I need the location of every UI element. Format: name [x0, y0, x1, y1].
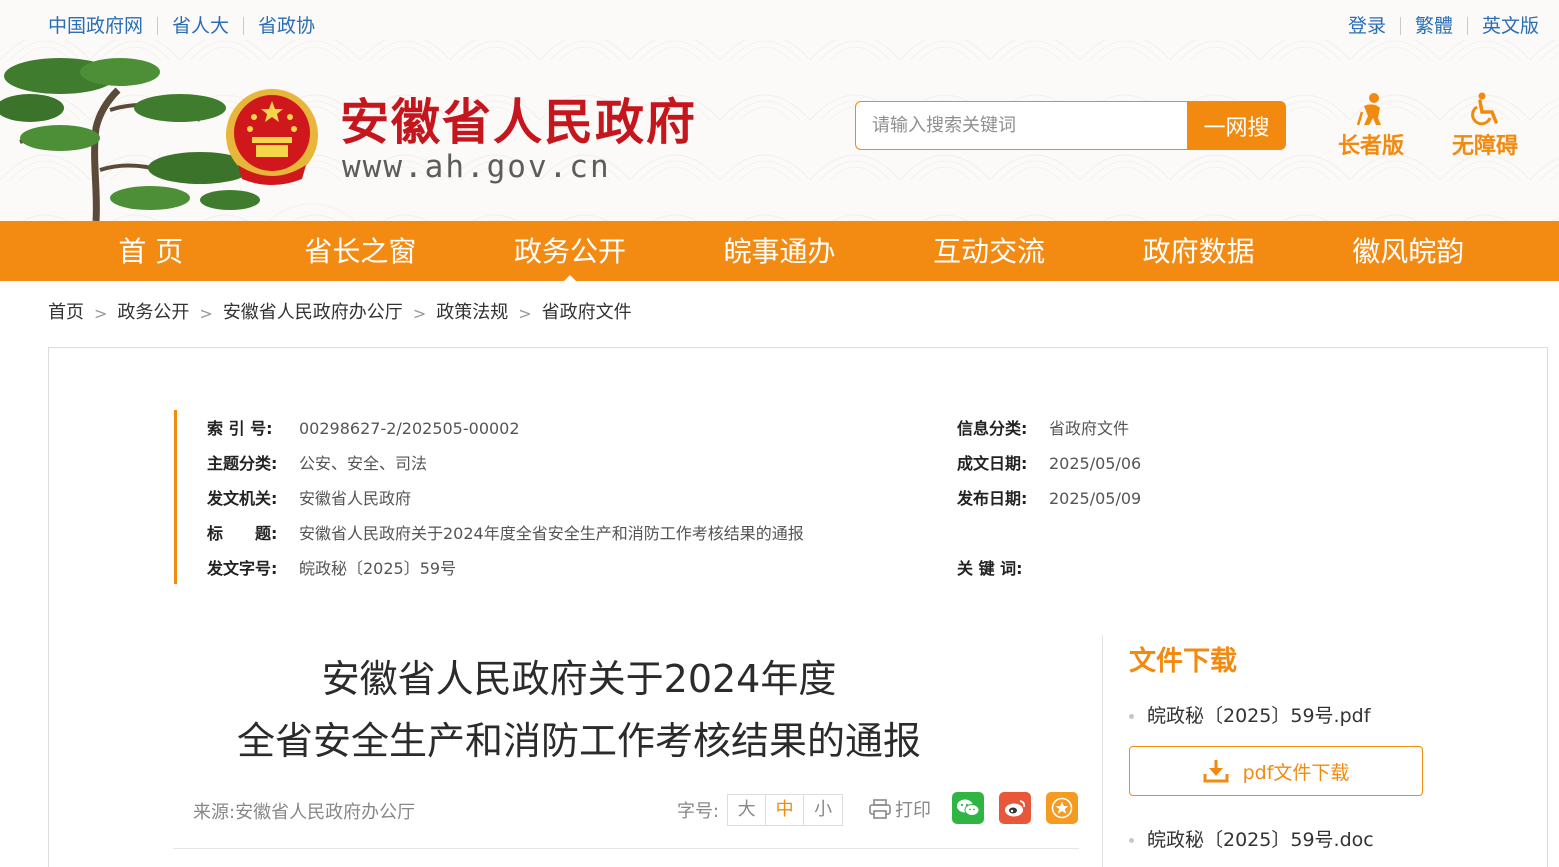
font-size-medium-button[interactable]: 中 [766, 795, 805, 825]
nav-home[interactable]: 首 页 [46, 221, 256, 281]
print-label: 打印 [895, 800, 931, 821]
meta-written-date: 成文日期: 2025/05/06 [957, 454, 1142, 473]
search-input[interactable] [855, 101, 1187, 150]
nav-government-data[interactable]: 政府数据 [1094, 221, 1304, 281]
nav-government-affairs[interactable]: 政务公开 [465, 221, 675, 281]
divider [1399, 17, 1401, 35]
download-heading: 文件下载 [1129, 646, 1237, 677]
chevron-right-icon: > [199, 303, 213, 323]
traditional-chinese-link[interactable]: 繁體 [1415, 13, 1453, 39]
source-value: 安徽省人民政府办公厅 [235, 802, 416, 823]
wechat-icon [957, 799, 980, 816]
elder-mode-button[interactable]: 长者版 [1326, 92, 1416, 160]
share-weibo-button[interactable] [999, 792, 1031, 824]
breadcrumb-general-office[interactable]: 安徽省人民政府办公厅 [223, 300, 403, 326]
nav-culture[interactable]: 徽风皖韵 [1303, 221, 1513, 281]
breadcrumb-home[interactable]: 首页 [48, 300, 84, 326]
share-wechat-button[interactable] [952, 792, 984, 824]
meta-keywords: 关 键 词: [957, 559, 1023, 578]
font-size-control: 字号: 大 中 小 [677, 794, 844, 826]
divider [157, 17, 159, 35]
printer-icon [869, 799, 891, 819]
favorite-button[interactable] [1046, 792, 1078, 824]
site-name: 安徽省人民政府 [340, 93, 698, 151]
link-provincial-congress[interactable]: 省人大 [172, 13, 229, 39]
pdf-download-label: pdf文件下载 [1242, 761, 1350, 784]
nav-interaction[interactable]: 互动交流 [884, 221, 1094, 281]
meta-title: 标 题: 安徽省人民政府关于2024年度全省安全生产和消防工作考核结果的通报 [207, 524, 804, 543]
column-divider [1102, 635, 1103, 867]
login-link[interactable]: 登录 [1348, 13, 1386, 39]
divider [1466, 17, 1468, 35]
breadcrumb-government-affairs[interactable]: 政务公开 [117, 300, 189, 326]
meta-issuer: 发文机关: 安徽省人民政府 [207, 489, 412, 508]
download-file-doc-link[interactable]: 皖政秘〔2025〕59号.doc [1129, 826, 1529, 854]
main-nav: 首 页 省长之窗 政务公开 皖事通办 互动交流 政府数据 徽风皖韵 [0, 221, 1559, 281]
site-url: www.ah.gov.cn [342, 149, 611, 185]
pdf-download-button[interactable]: pdf文件下载 [1129, 746, 1423, 796]
breadcrumb: 首页 > 政务公开 > 安徽省人民政府办公厅 > 政策法规 > 省政府文件 [48, 300, 632, 326]
elder-mode-label: 长者版 [1337, 134, 1404, 159]
font-size-small-button[interactable]: 小 [804, 795, 842, 825]
document-title-line2: 全省安全生产和消防工作考核结果的通报 [236, 719, 921, 763]
top-links-bar: 中国政府网 省人大 省政协 登录 繁體 英文版 [0, 0, 1559, 52]
elder-person-icon [1356, 93, 1381, 126]
breadcrumb-provincial-documents[interactable]: 省政府文件 [542, 300, 632, 326]
print-button[interactable]: 打印 [869, 796, 931, 822]
article-container: 索 引 号: 00298627-2/202505-00002 主题分类: 公安、… [48, 347, 1548, 867]
meta-topic: 主题分类: 公安、安全、司法 [207, 454, 428, 473]
chevron-right-icon: > [412, 303, 427, 323]
font-size-large-button[interactable]: 大 [728, 795, 767, 825]
nav-online-services[interactable]: 皖事通办 [675, 221, 885, 281]
divider [173, 848, 1079, 849]
nav-governor-window[interactable]: 省长之窗 [256, 221, 466, 281]
accessibility-label: 无障碍 [1451, 134, 1518, 159]
national-emblem-icon [226, 89, 318, 185]
link-gov-cn[interactable]: 中国政府网 [48, 13, 143, 39]
chevron-right-icon: > [518, 303, 532, 323]
download-icon [1203, 760, 1229, 783]
search-button[interactable]: 一网搜 [1187, 101, 1286, 150]
meta-info-class: 信息分类: 省政府文件 [957, 419, 1130, 438]
meta-index-no: 索 引 号: 00298627-2/202505-00002 [207, 419, 520, 438]
document-title: 安徽省人民政府关于2024年度 全省安全生产和消防工作考核结果的通报 [209, 648, 949, 772]
divider [243, 17, 245, 35]
search-bar: 一网搜 [855, 101, 1286, 150]
document-title-line1: 安徽省人民政府关于2024年度 [321, 657, 837, 701]
star-icon [1051, 797, 1073, 819]
pine-tree-logo-art [0, 58, 260, 221]
weibo-icon [1005, 800, 1026, 817]
source-label: 来源: [193, 802, 236, 823]
article-toolbar: 来源:安徽省人民政府办公厅 字号: 大 中 小 打印 [193, 790, 1079, 830]
source-info: 来源:安徽省人民政府办公厅 [193, 798, 415, 824]
breadcrumb-policies[interactable]: 政策法规 [436, 300, 508, 326]
download-file-pdf-link[interactable]: 皖政秘〔2025〕59号.pdf [1129, 702, 1529, 730]
english-version-link[interactable]: 英文版 [1482, 13, 1539, 39]
accessibility-button[interactable]: 无障碍 [1440, 92, 1530, 160]
font-size-label: 字号: [677, 801, 720, 822]
meta-publish-date: 发布日期: 2025/05/09 [957, 489, 1142, 508]
chevron-right-icon: > [94, 303, 108, 323]
document-metadata: 索 引 号: 00298627-2/202505-00002 主题分类: 公安、… [174, 410, 1174, 584]
meta-doc-no: 发文字号: 皖政秘〔2025〕59号 [207, 559, 457, 578]
link-provincial-cppcc[interactable]: 省政协 [258, 13, 315, 39]
wheelchair-icon [1471, 92, 1498, 126]
file-download-panel: 文件下载 皖政秘〔2025〕59号.pdf pdf文件下载 皖政秘〔2025〕5… [1129, 644, 1529, 854]
